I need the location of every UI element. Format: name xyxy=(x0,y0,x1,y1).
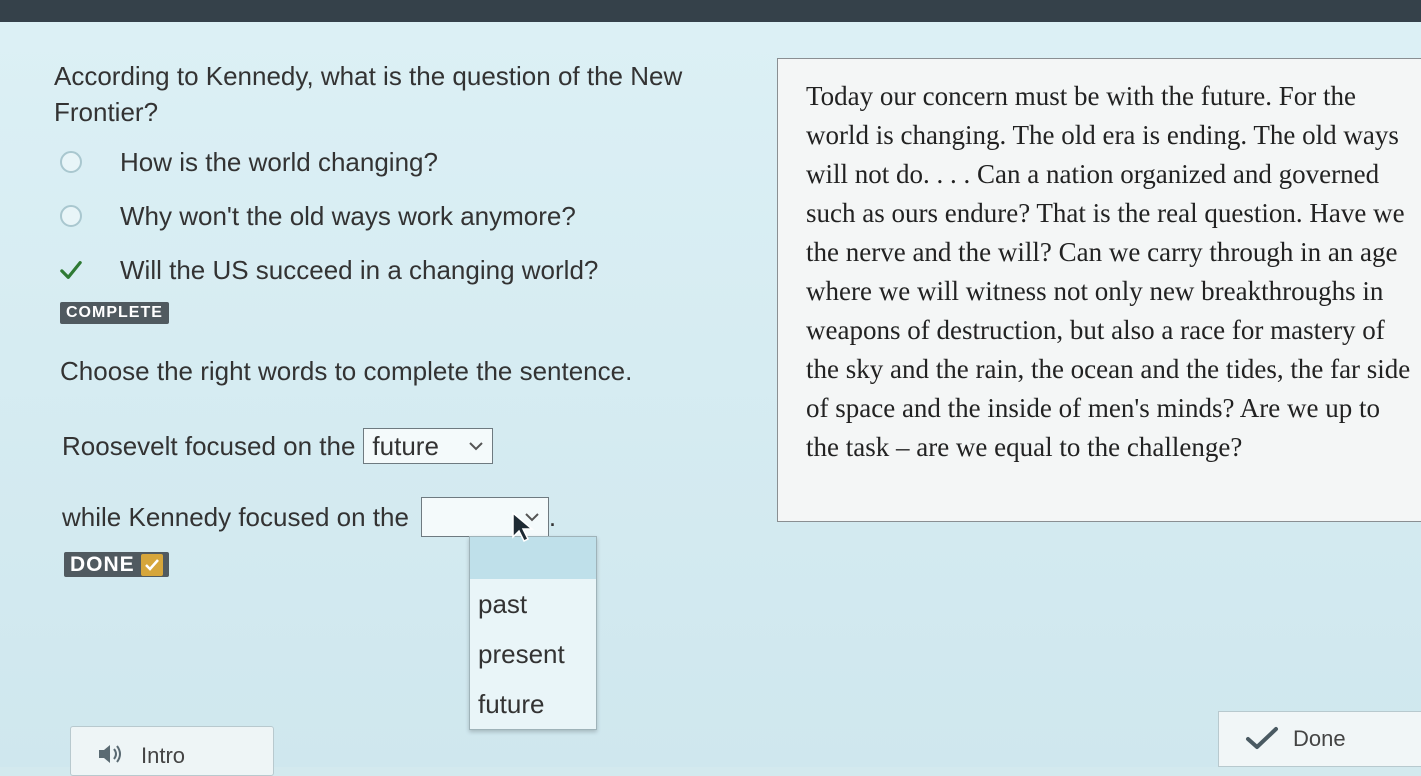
checkmark-icon xyxy=(60,259,82,281)
top-bar xyxy=(0,0,1421,22)
done-button[interactable]: Done xyxy=(1218,711,1421,767)
intro-button[interactable]: Intro xyxy=(70,726,274,776)
question-text: According to Kennedy, what is the questi… xyxy=(54,61,683,127)
option-label: Why won't the old ways work anymore? xyxy=(120,200,576,231)
dropdown-option-future[interactable]: future xyxy=(470,679,596,729)
chevron-down-icon xyxy=(468,440,484,452)
sentence-text: while Kennedy focused on the xyxy=(62,501,409,532)
sentence-period: . xyxy=(548,501,557,532)
complete-badge: COMPLETE xyxy=(60,302,169,324)
done-badge: DONE xyxy=(64,552,169,577)
sentence-line-2: while Kennedy focused on the . xyxy=(62,497,556,537)
select-value: future xyxy=(372,430,439,461)
option-will-us-succeed[interactable]: Will the US succeed in a changing world? xyxy=(60,250,598,290)
radio-button[interactable] xyxy=(60,151,82,173)
speech-passage: Today our concern must be with the futur… xyxy=(777,58,1421,522)
radio-button[interactable] xyxy=(60,205,82,227)
checkmark-icon xyxy=(1245,726,1279,756)
option-label: Will the US succeed in a changing world? xyxy=(120,254,599,285)
option-label: How is the world changing? xyxy=(120,146,438,177)
dropdown-option-present[interactable]: present xyxy=(470,629,596,679)
dropdown-option-past[interactable]: past xyxy=(470,579,596,629)
mouse-cursor-icon xyxy=(511,511,537,548)
roosevelt-focus-select[interactable]: future xyxy=(363,428,494,464)
instructions: Choose the right words to complete the s… xyxy=(60,356,633,386)
checkmark-icon xyxy=(140,553,163,576)
option-why-old-ways[interactable]: Why won't the old ways work anymore? xyxy=(60,196,576,236)
intro-label: Intro xyxy=(141,743,186,768)
done-label: Done xyxy=(1293,726,1346,751)
kennedy-focus-dropdown-menu: past present future xyxy=(469,536,597,730)
sentence-text: Roosevelt focused on the xyxy=(62,430,356,461)
sentence-line-1: Roosevelt focused on the future xyxy=(62,428,494,464)
option-how-is-world-changing[interactable]: How is the world changing? xyxy=(60,142,438,182)
passage-text: Today our concern must be with the futur… xyxy=(806,81,1411,462)
